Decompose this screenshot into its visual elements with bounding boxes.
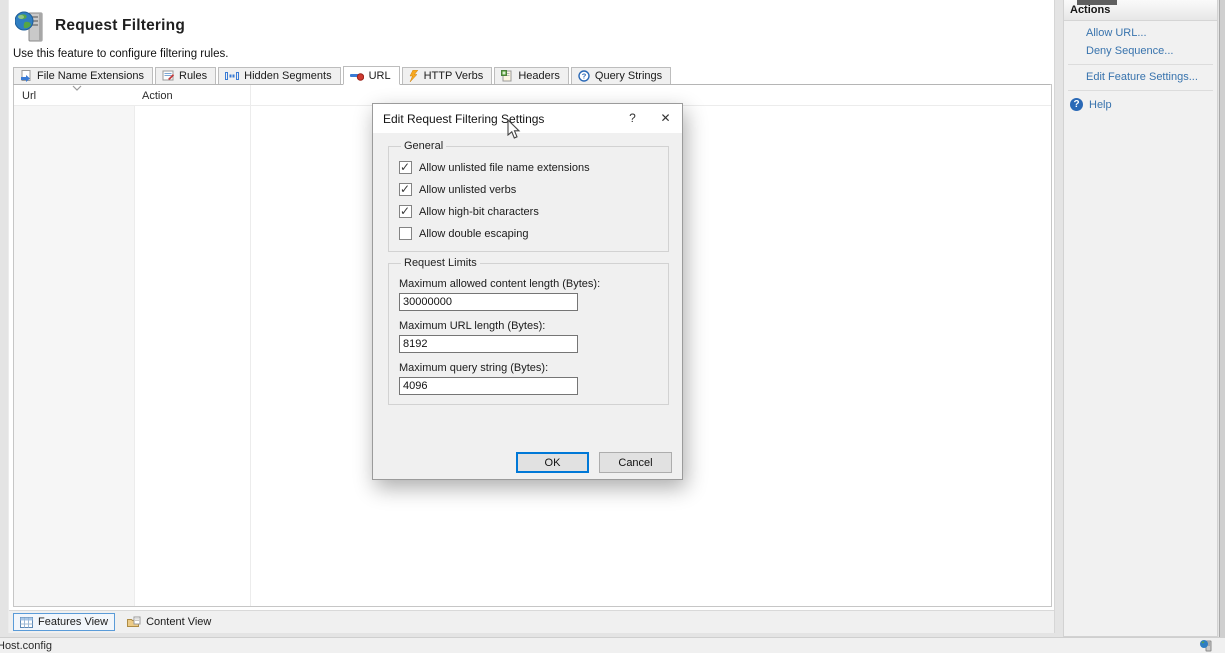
tab-strip: File Name Extensions Rules Hidden Segmen… [13,66,1050,85]
action-edit-feature-settings[interactable]: Edit Feature Settings... [1086,71,1211,83]
svg-text:?: ? [582,72,587,81]
iis-status-icon [1199,639,1213,652]
help-label: Help [1089,99,1112,111]
dialog-close-button[interactable]: ✕ [649,104,682,133]
status-bar: Host.config [0,637,1225,653]
checkbox-label: Allow double escaping [419,228,528,240]
checkbox-label: Allow high-bit characters [419,206,539,218]
max-query-string-label: Maximum query string (Bytes): [399,362,658,374]
content-view-label: Content View [146,616,211,628]
column-header-action[interactable]: Action [142,90,173,102]
tab-label: Headers [518,70,560,82]
actions-separator [1068,90,1213,91]
dialog-title: Edit Request Filtering Settings [373,112,616,126]
tab-label: File Name Extensions [37,70,144,82]
request-limits-group: Request Limits Maximum allowed content l… [388,257,669,405]
tab-label: Hidden Segments [244,70,331,82]
content-view-icon [127,616,141,628]
tab-hidden-segments[interactable]: Hidden Segments [218,67,340,85]
features-view-tab[interactable]: Features View [13,613,115,631]
max-content-length-label: Maximum allowed content length (Bytes): [399,278,658,290]
tab-query-strings[interactable]: ? Query Strings [571,67,671,85]
view-switcher: Features View Content View [9,610,1054,633]
page-title: Request Filtering [55,17,185,35]
column-separator [250,85,251,606]
checkbox-row: Allow double escaping [399,227,658,240]
lightning-icon [409,70,419,82]
tab-http-verbs[interactable]: HTTP Verbs [402,67,493,85]
actions-panel: Actions Allow URL... Deny Sequence... Ed… [1063,0,1218,637]
cancel-button[interactable]: Cancel [599,452,672,473]
action-help[interactable]: ? Help [1070,98,1211,111]
checkbox-row: Allow unlisted file name extensions [399,161,658,174]
dialog-titlebar[interactable]: Edit Request Filtering Settings ? ✕ [373,104,682,133]
request-limits-legend: Request Limits [401,257,480,269]
features-view-label: Features View [38,616,108,628]
tab-rules[interactable]: Rules [155,67,216,85]
features-view-icon [20,617,33,628]
tab-label: Rules [179,70,207,82]
sorted-column-shade [14,106,135,606]
file-name-extensions-icon [20,70,32,82]
content-view-tab[interactable]: Content View [121,613,217,631]
hidden-segments-icon [225,71,239,81]
checkbox-row: Allow unlisted verbs [399,183,658,196]
checkbox-label: Allow unlisted file name extensions [419,162,590,174]
action-deny-sequence[interactable]: Deny Sequence... [1086,45,1211,57]
tab-headers[interactable]: Headers [494,67,569,85]
checkbox-row: Allow high-bit characters [399,205,658,218]
general-group-legend: General [401,140,446,152]
window-chrome-artifact [1077,0,1117,5]
ok-button[interactable]: OK [516,452,589,473]
general-group: General Allow unlisted file name extensi… [388,140,669,252]
max-url-length-input[interactable] [399,335,578,353]
tab-url[interactable]: URL [343,66,400,85]
rules-icon [162,70,174,82]
status-config-text: Host.config [0,640,52,652]
headers-icon [501,70,513,82]
action-allow-url[interactable]: Allow URL... [1086,27,1211,39]
max-query-string-input[interactable] [399,377,578,395]
request-filtering-icon [15,10,46,44]
allow-double-escaping-checkbox[interactable] [399,227,412,240]
window-right-edge [1219,0,1225,653]
allow-unlisted-extensions-checkbox[interactable] [399,161,412,174]
sort-indicator-icon [72,85,82,91]
tab-label: URL [369,70,391,82]
tab-label: HTTP Verbs [424,70,484,82]
allow-high-bit-characters-checkbox[interactable] [399,205,412,218]
tab-label: Query Strings [595,70,662,82]
max-url-length-label: Maximum URL length (Bytes): [399,320,658,332]
tab-file-name-extensions[interactable]: File Name Extensions [13,67,153,85]
help-icon: ? [1070,98,1083,111]
checkbox-label: Allow unlisted verbs [419,184,516,196]
allow-unlisted-verbs-checkbox[interactable] [399,183,412,196]
page-description: Use this feature to configure filtering … [13,48,228,60]
dialog-help-button[interactable]: ? [616,104,649,133]
max-content-length-input[interactable] [399,293,578,311]
edit-request-filtering-dialog: Edit Request Filtering Settings ? ✕ Gene… [372,103,683,480]
url-icon [350,71,364,81]
actions-separator [1068,64,1213,65]
column-header-url[interactable]: Url [22,90,36,102]
question-circle-icon: ? [578,70,590,82]
